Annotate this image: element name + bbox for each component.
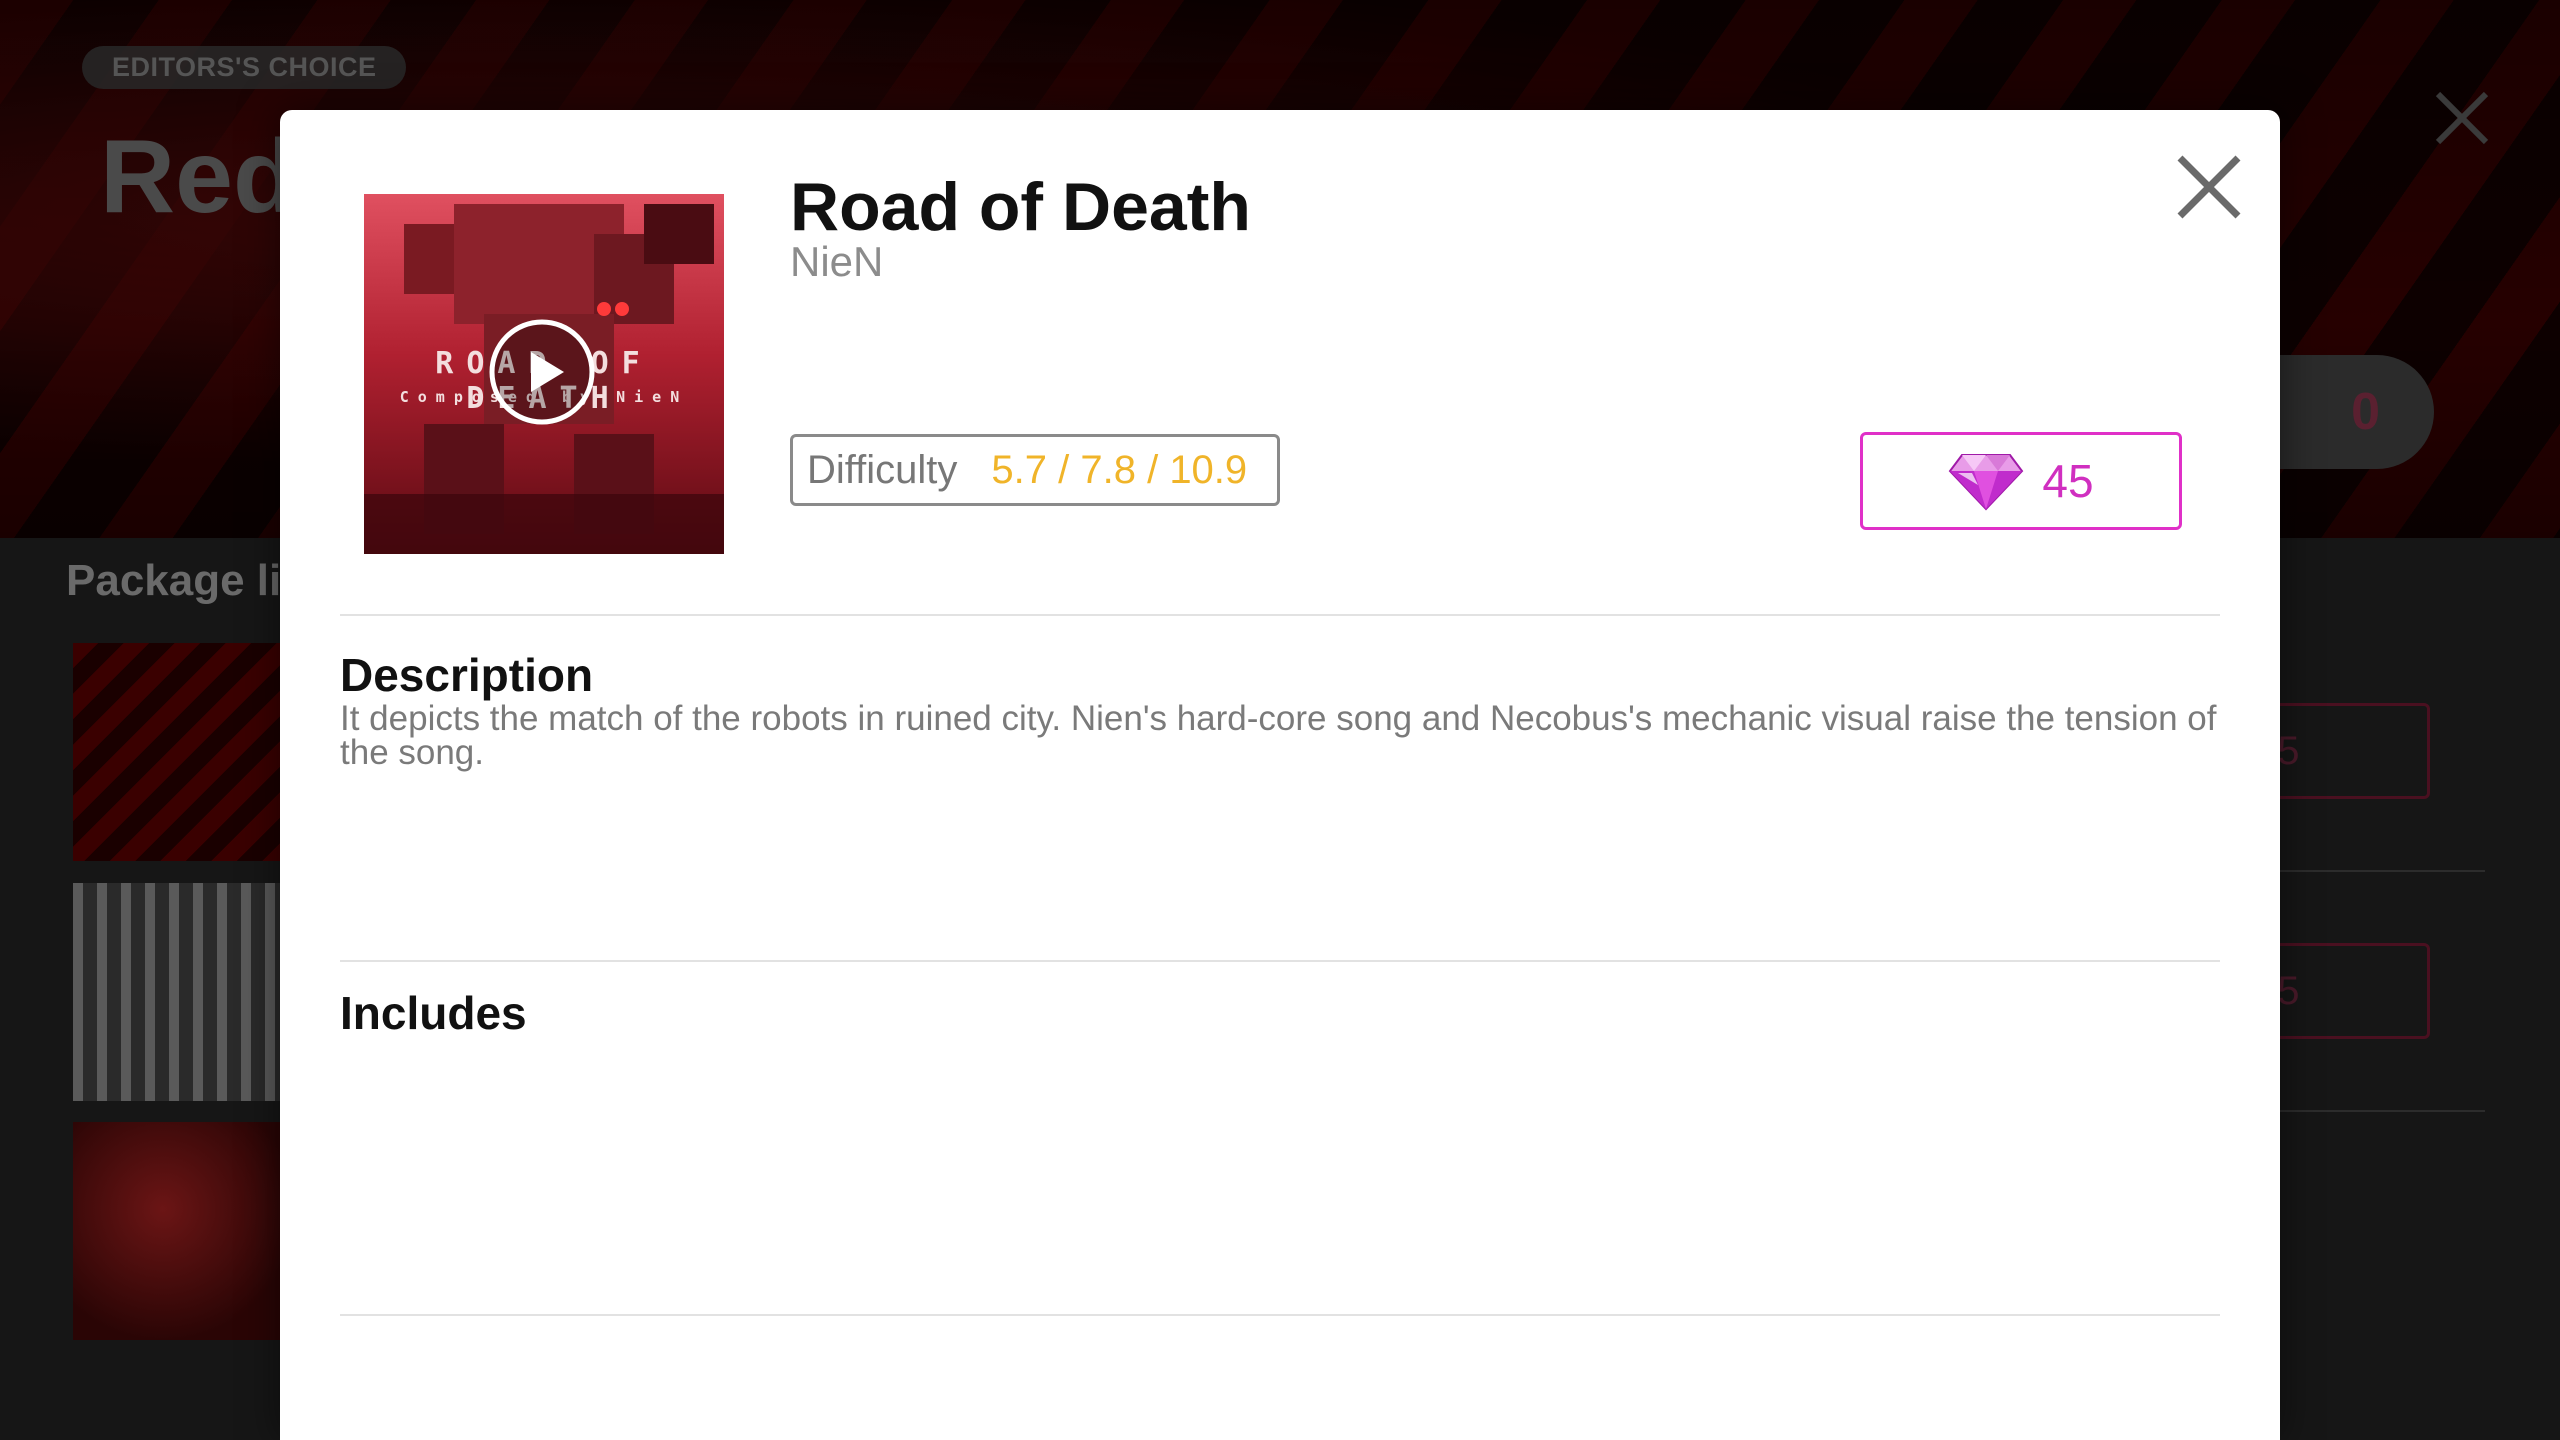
gem-icon	[1949, 454, 2024, 511]
description-heading: Description	[340, 649, 594, 701]
package-thumbnail[interactable]	[73, 643, 298, 861]
difficulty-box: Difficulty 5.7 / 7.8 / 10.9	[790, 434, 1280, 506]
package-thumbnail[interactable]	[73, 883, 298, 1101]
hero-title: Red	[100, 119, 297, 235]
play-icon[interactable]	[488, 318, 596, 426]
package-list-title: Package li	[66, 556, 282, 605]
song-cover-art: ROAD OF DEATH Composed by NieN	[364, 194, 724, 554]
purchase-button[interactable]: 45	[1860, 432, 2182, 530]
background-close-icon[interactable]	[2430, 86, 2494, 150]
close-icon[interactable]	[2174, 152, 2244, 222]
section-divider	[340, 1314, 2220, 1316]
editors-choice-badge: EDITORS'S CHOICE	[82, 46, 407, 89]
includes-heading: Includes	[340, 987, 527, 1039]
section-divider	[340, 960, 2220, 962]
song-artist: NieN	[790, 238, 884, 285]
difficulty-label: Difficulty	[807, 447, 958, 492]
package-thumbnail[interactable]	[73, 1122, 298, 1340]
section-divider	[340, 614, 2220, 616]
song-title: Road of Death	[790, 169, 1251, 245]
price-amount: 45	[2042, 455, 2094, 507]
description-text: It depicts the match of the robots in ru…	[340, 699, 2217, 772]
difficulty-value: 5.7 / 7.8 / 10.9	[991, 447, 1248, 492]
song-detail-modal: ROAD OF DEATH Composed by NieN Road of D…	[280, 110, 2280, 1440]
